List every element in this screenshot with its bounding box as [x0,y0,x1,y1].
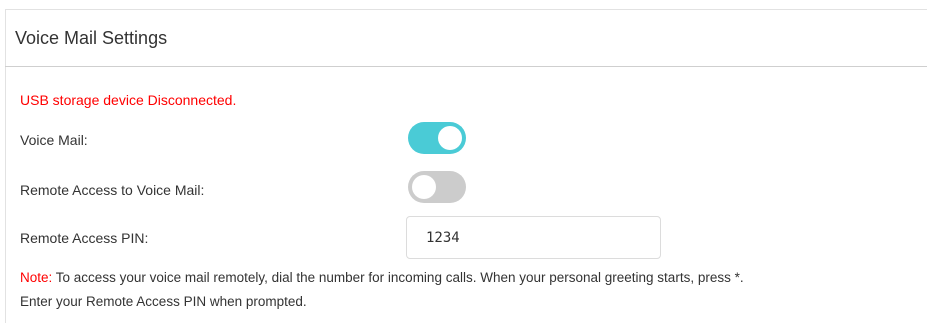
title-divider [5,66,927,67]
remote-pin-label: Remote Access PIN: [20,230,149,246]
remote-pin-input[interactable] [406,216,661,259]
remote-access-label: Remote Access to Voice Mail: [20,182,205,198]
usb-status-message: USB storage device Disconnected. [20,92,237,108]
voice-mail-toggle[interactable] [408,122,466,154]
note-line-1: To access your voice mail remotely, dial… [52,270,744,285]
remote-access-toggle[interactable] [408,171,466,203]
voice-mail-label: Voice Mail: [20,132,88,148]
note-line-2: Enter your Remote Access PIN when prompt… [20,294,307,309]
toggle-knob [438,126,462,150]
toggle-knob [412,175,436,199]
note-prefix: Note: [20,270,53,285]
section-title: Voice Mail Settings [15,28,168,48]
note-text: Note: To access your voice mail remotely… [20,266,920,314]
